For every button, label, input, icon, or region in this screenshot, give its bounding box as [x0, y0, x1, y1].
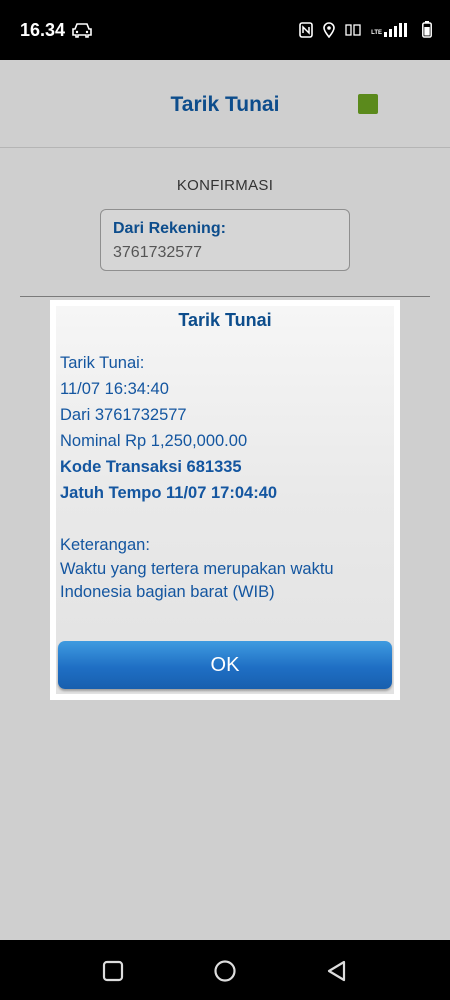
dialog-line-datetime: 11/07 16:34:40 — [60, 380, 169, 398]
dialog-line-account: Dari 3761732577 — [60, 406, 187, 424]
dialog-line-due-time: Jatuh Tempo 11/07 17:04:40 — [60, 484, 278, 502]
back-icon[interactable] — [325, 959, 349, 983]
dialog-note-text-1: Waktu yang tertera merupakan waktu — [60, 560, 334, 578]
navigation-bar — [0, 940, 450, 1000]
dialog-line-heading: Tarik Tunai: — [60, 354, 145, 372]
location-icon — [323, 21, 335, 38]
dialog-spacer — [60, 506, 390, 532]
page-title: Tarik Tunai — [170, 93, 280, 116]
home-icon[interactable] — [213, 959, 237, 983]
confirmation-dialog: Tarik Tunai Tarik Tunai: 11/07 16:34:40 … — [50, 300, 400, 700]
dialog-title: Tarik Tunai — [178, 310, 272, 330]
divider — [20, 296, 430, 297]
from-account-label: Dari Rekening: — [113, 220, 226, 237]
dialog-line-amount: Nominal Rp 1,250,000.00 — [60, 432, 248, 450]
nfc-icon — [299, 21, 313, 38]
lte-signal-icon: LTE — [371, 22, 412, 37]
status-indicator[interactable] — [358, 94, 378, 114]
app-header: Tarik Tunai — [0, 60, 450, 148]
lte-label: LTE — [371, 29, 382, 36]
dialog-panel: Tarik Tunai Tarik Tunai: 11/07 16:34:40 … — [56, 306, 394, 694]
dialog-line-transaction-code: Kode Transaksi 681335 — [60, 458, 242, 476]
volte-icon — [345, 23, 361, 36]
battery-icon — [422, 21, 432, 38]
recent-apps-icon[interactable] — [101, 959, 125, 983]
dialog-body: Tarik Tunai: 11/07 16:34:40 Dari 3761732… — [60, 350, 390, 604]
dialog-note-label: Keterangan: — [60, 536, 150, 554]
ok-button[interactable]: OK — [58, 641, 392, 689]
status-time: 16.34 — [20, 20, 66, 40]
from-account-value: 3761732577 — [113, 244, 202, 261]
status-bar: 16.34 LTE — [0, 0, 450, 60]
confirmation-label: KONFIRMASI — [176, 177, 274, 194]
dialog-note-text-2: Indonesia bagian barat (WIB) — [60, 583, 275, 601]
from-account-box: Dari Rekening: 3761732577 — [100, 209, 350, 271]
car-icon — [72, 23, 92, 38]
